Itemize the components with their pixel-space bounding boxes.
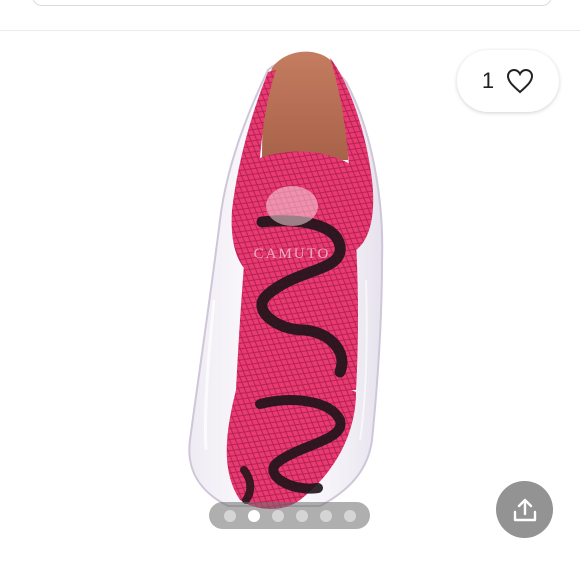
like-count: 1 <box>481 68 495 93</box>
carousel-dot[interactable] <box>343 509 356 522</box>
carousel-dot[interactable] <box>295 509 308 522</box>
search-bar[interactable] <box>32 0 552 6</box>
carousel-dot[interactable] <box>319 509 332 522</box>
shoe-image: CAMUTO <box>188 51 384 509</box>
like-button[interactable]: 1 <box>457 50 559 112</box>
share-icon <box>513 498 536 521</box>
carousel-dot[interactable] <box>271 509 284 522</box>
heart-icon <box>507 68 534 94</box>
carousel-dot[interactable] <box>223 509 236 522</box>
product-photo[interactable]: CAMUTO <box>0 31 580 580</box>
carousel-dot[interactable] <box>247 509 260 522</box>
brand-print: CAMUTO <box>254 246 331 262</box>
carousel-indicator <box>209 502 370 529</box>
share-button[interactable] <box>496 481 553 538</box>
